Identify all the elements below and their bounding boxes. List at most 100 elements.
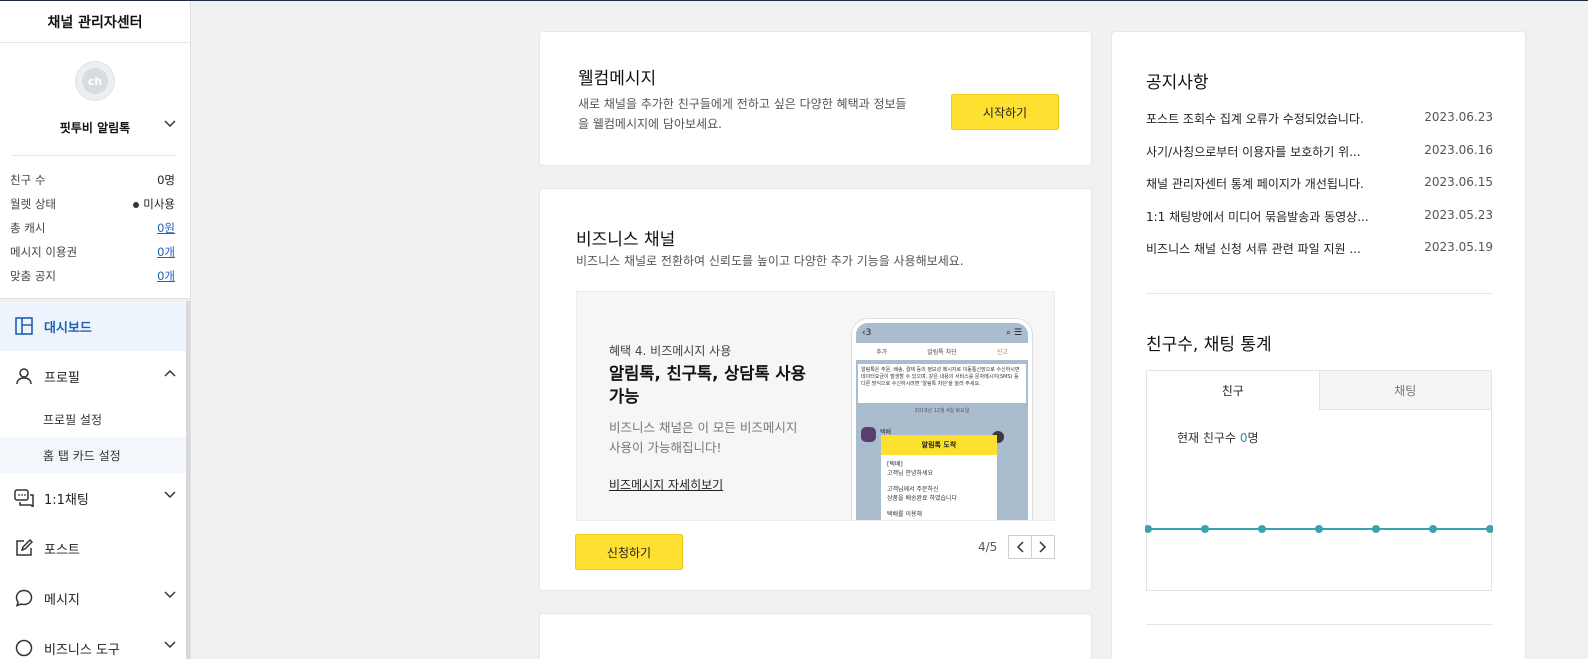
nav-chat[interactable]: 1:1채팅 [0,473,190,523]
next-card [539,613,1092,659]
divider [1146,293,1493,294]
notices-title: 공지사항 [1146,73,1209,93]
chevron-down-icon [164,491,176,499]
message-head: 알림톡 도착 [881,435,997,455]
dashboard-icon [14,316,34,336]
phone-action-bar: 추가 알림톡 차단 신고 [856,343,1028,360]
stat-label: 메시지 이용권 [10,245,78,259]
nav-label: 메시지 [44,592,80,608]
chevron-right-icon [1039,541,1047,553]
phone-add: 추가 [876,349,888,356]
stat-label: 맞춤 공지 [10,269,56,283]
stat-value-link[interactable]: 0개 [157,268,175,284]
benefit-slide: 혜택 4. 비즈메시지 사용 알림톡, 친구톡, 상담톡 사용 가능 비즈니스 … [576,291,1055,521]
nav-dashboard[interactable]: 대시보드 [0,301,190,351]
sender-avatar [861,427,876,442]
nav-label: 1:1채팅 [44,492,89,508]
welcome-message-card: 웰컴메시지 새로 채널을 추가한 친구들에게 전하고 싶은 다양한 혜택과 정보… [539,31,1092,166]
card-subtitle: 비즈니스 채널로 전환하여 신뢰도를 높이고 다양한 추가 기능을 사용해보세요… [576,254,964,268]
phone-back: ‹3 [862,328,872,338]
tools-icon [14,638,34,658]
stat-value: 0명 [157,173,175,187]
nav-home-tab-card[interactable]: 홈 탭 카드 설정 [0,437,190,473]
person-icon [14,366,34,386]
tab-chat[interactable]: 채팅 [1318,371,1491,410]
stat-cash: 총 캐시 0원 [10,216,175,240]
nav-post[interactable]: 포스트 [0,523,190,573]
slide-pager: 4/5 [978,540,998,554]
notice-list: 포스트 조회수 집계 오류가 수정되었습니다. 2023.06.23 사기/사칭으… [1146,110,1493,273]
data-point [1486,525,1493,533]
biz-message-detail-link[interactable]: 비즈메시지 자세히보기 [609,476,723,493]
stat-value-link[interactable]: 0개 [157,244,175,260]
card-description: 새로 채널을 추가한 친구들에게 전하고 싶은 다양한 혜택과 정보들을 웰컴메… [578,97,907,131]
nav-profile[interactable]: 프로필 [0,351,190,401]
card-title: 비즈니스 채널 [576,230,676,250]
stat-label: 친구 수 [10,173,46,187]
tab-friends[interactable]: 친구 [1147,371,1319,410]
channel-selector[interactable]: 핏투비 알림톡 [0,117,190,137]
stat-friends: 친구 수 0명 [10,168,175,192]
speech-bubble-icon [14,588,34,608]
sidebar-scrollbar[interactable] [186,301,190,659]
stat-label: 총 캐시 [10,221,46,235]
phone-block: 알림톡 차단 [927,349,957,356]
data-point [1258,525,1266,533]
phone-icons: ⌕ ☰ [1006,328,1022,338]
channel-name: 핏투비 알림톡 [59,120,131,135]
stat-value-wrap: 미사용 [133,196,175,212]
stats-tabs: 친구 채팅 현재 친구수 0명 [1145,370,1493,591]
chevron-left-icon [1016,541,1024,553]
sidebar-title: 채널 관리자센터 [0,1,190,43]
chat-icon [14,488,34,508]
data-point [1315,525,1323,533]
phone-message-bubble: 알림톡 도착 [택배] 고객님 안녕하세요 고객님께서 주문하신 상품을 배송완… [881,435,997,520]
avatar-text: ch [82,68,108,94]
start-button[interactable]: 시작하기 [951,94,1059,130]
stat-wallet: 월렛 상태 미사용 [10,192,175,216]
slide-heading: 알림톡, 친구톡, 상담톡 사용 가능 [609,364,806,406]
data-point [1201,525,1209,533]
stat-label: 월렛 상태 [10,197,56,211]
stats-title: 친구수, 채팅 통계 [1146,335,1272,355]
next-slide-button[interactable] [1031,535,1055,559]
data-point [1429,525,1437,533]
chevron-down-icon [164,120,176,128]
slide-caption: 혜택 4. 비즈메시지 사용 [609,344,732,358]
stat-value: 미사용 [143,197,175,211]
apply-button[interactable]: 신청하기 [575,534,683,570]
nav-profile-settings[interactable]: 프로필 설정 [0,401,190,437]
friends-line-chart [1145,525,1493,533]
data-point [1145,525,1152,533]
avatar: ch [75,61,115,101]
prev-slide-button[interactable] [1008,535,1032,559]
stat-custom-notice: 맞춤 공지 0개 [10,264,175,288]
business-channel-card: 비즈니스 채널 비즈니스 채널로 전환하여 신뢰도를 높이고 다양한 추가 기능… [539,188,1092,591]
slide-description: 비즈니스 채널은 이 모든 비즈메시지 사용이 가능해집니다! [609,420,798,455]
phone-mockup-image: ‹3 ⌕ ☰ 추가 알림톡 차단 신고 알림톡은 주문, 배송, 결제 등의 정… [852,319,1032,520]
nav-biz-tools[interactable]: 비즈니스 도구 [0,623,190,659]
phone-date: 2019년 12월 4일 화요일 [914,408,970,414]
right-panel-card: 공지사항 포스트 조회수 집계 오류가 수정되었습니다. 2023.06.23 사… [1111,31,1526,659]
phone-report: 신고 [996,349,1008,356]
channel-stats: 친구 수 0명 월렛 상태 미사용 총 캐시 0원 메시지 이용권 0개 맞춤 … [0,156,190,296]
nav-label: 대시보드 [44,320,92,336]
notice-item[interactable]: 1:1 채팅방에서 미디어 묶음발송과 동영상... 2023.05.23 [1146,208,1493,241]
edit-icon [14,538,34,558]
nav-message[interactable]: 메시지 [0,573,190,623]
card-title: 웰컴메시지 [578,69,657,89]
current-friends: 현재 친구수 0명 [1177,431,1259,445]
status-dot-icon [133,201,140,208]
divider [1146,624,1493,625]
notice-item[interactable]: 사기/사칭으로부터 이용자를 보호하기 위... 2023.06.16 [1146,143,1493,176]
phone-header: ‹3 ⌕ ☰ [856,323,1028,343]
notice-item[interactable]: 비즈니스 채널 신청 서류 관련 파일 지원 ... 2023.05.19 [1146,240,1493,273]
data-point [1372,525,1380,533]
stat-value-link[interactable]: 0원 [157,220,175,236]
notice-item[interactable]: 채널 관리자센터 통계 페이지가 개선됩니다. 2023.06.15 [1146,175,1493,208]
chevron-down-icon [164,641,176,649]
notice-item[interactable]: 포스트 조회수 집계 오류가 수정되었습니다. 2023.06.23 [1146,110,1493,143]
stat-message-ticket: 메시지 이용권 0개 [10,240,175,264]
nav-label: 포스트 [44,542,80,558]
phone-notice: 알림톡은 주문, 배송, 결제 등의 정보성 메시지로 이동통신망으로 수신하시… [858,364,1026,403]
